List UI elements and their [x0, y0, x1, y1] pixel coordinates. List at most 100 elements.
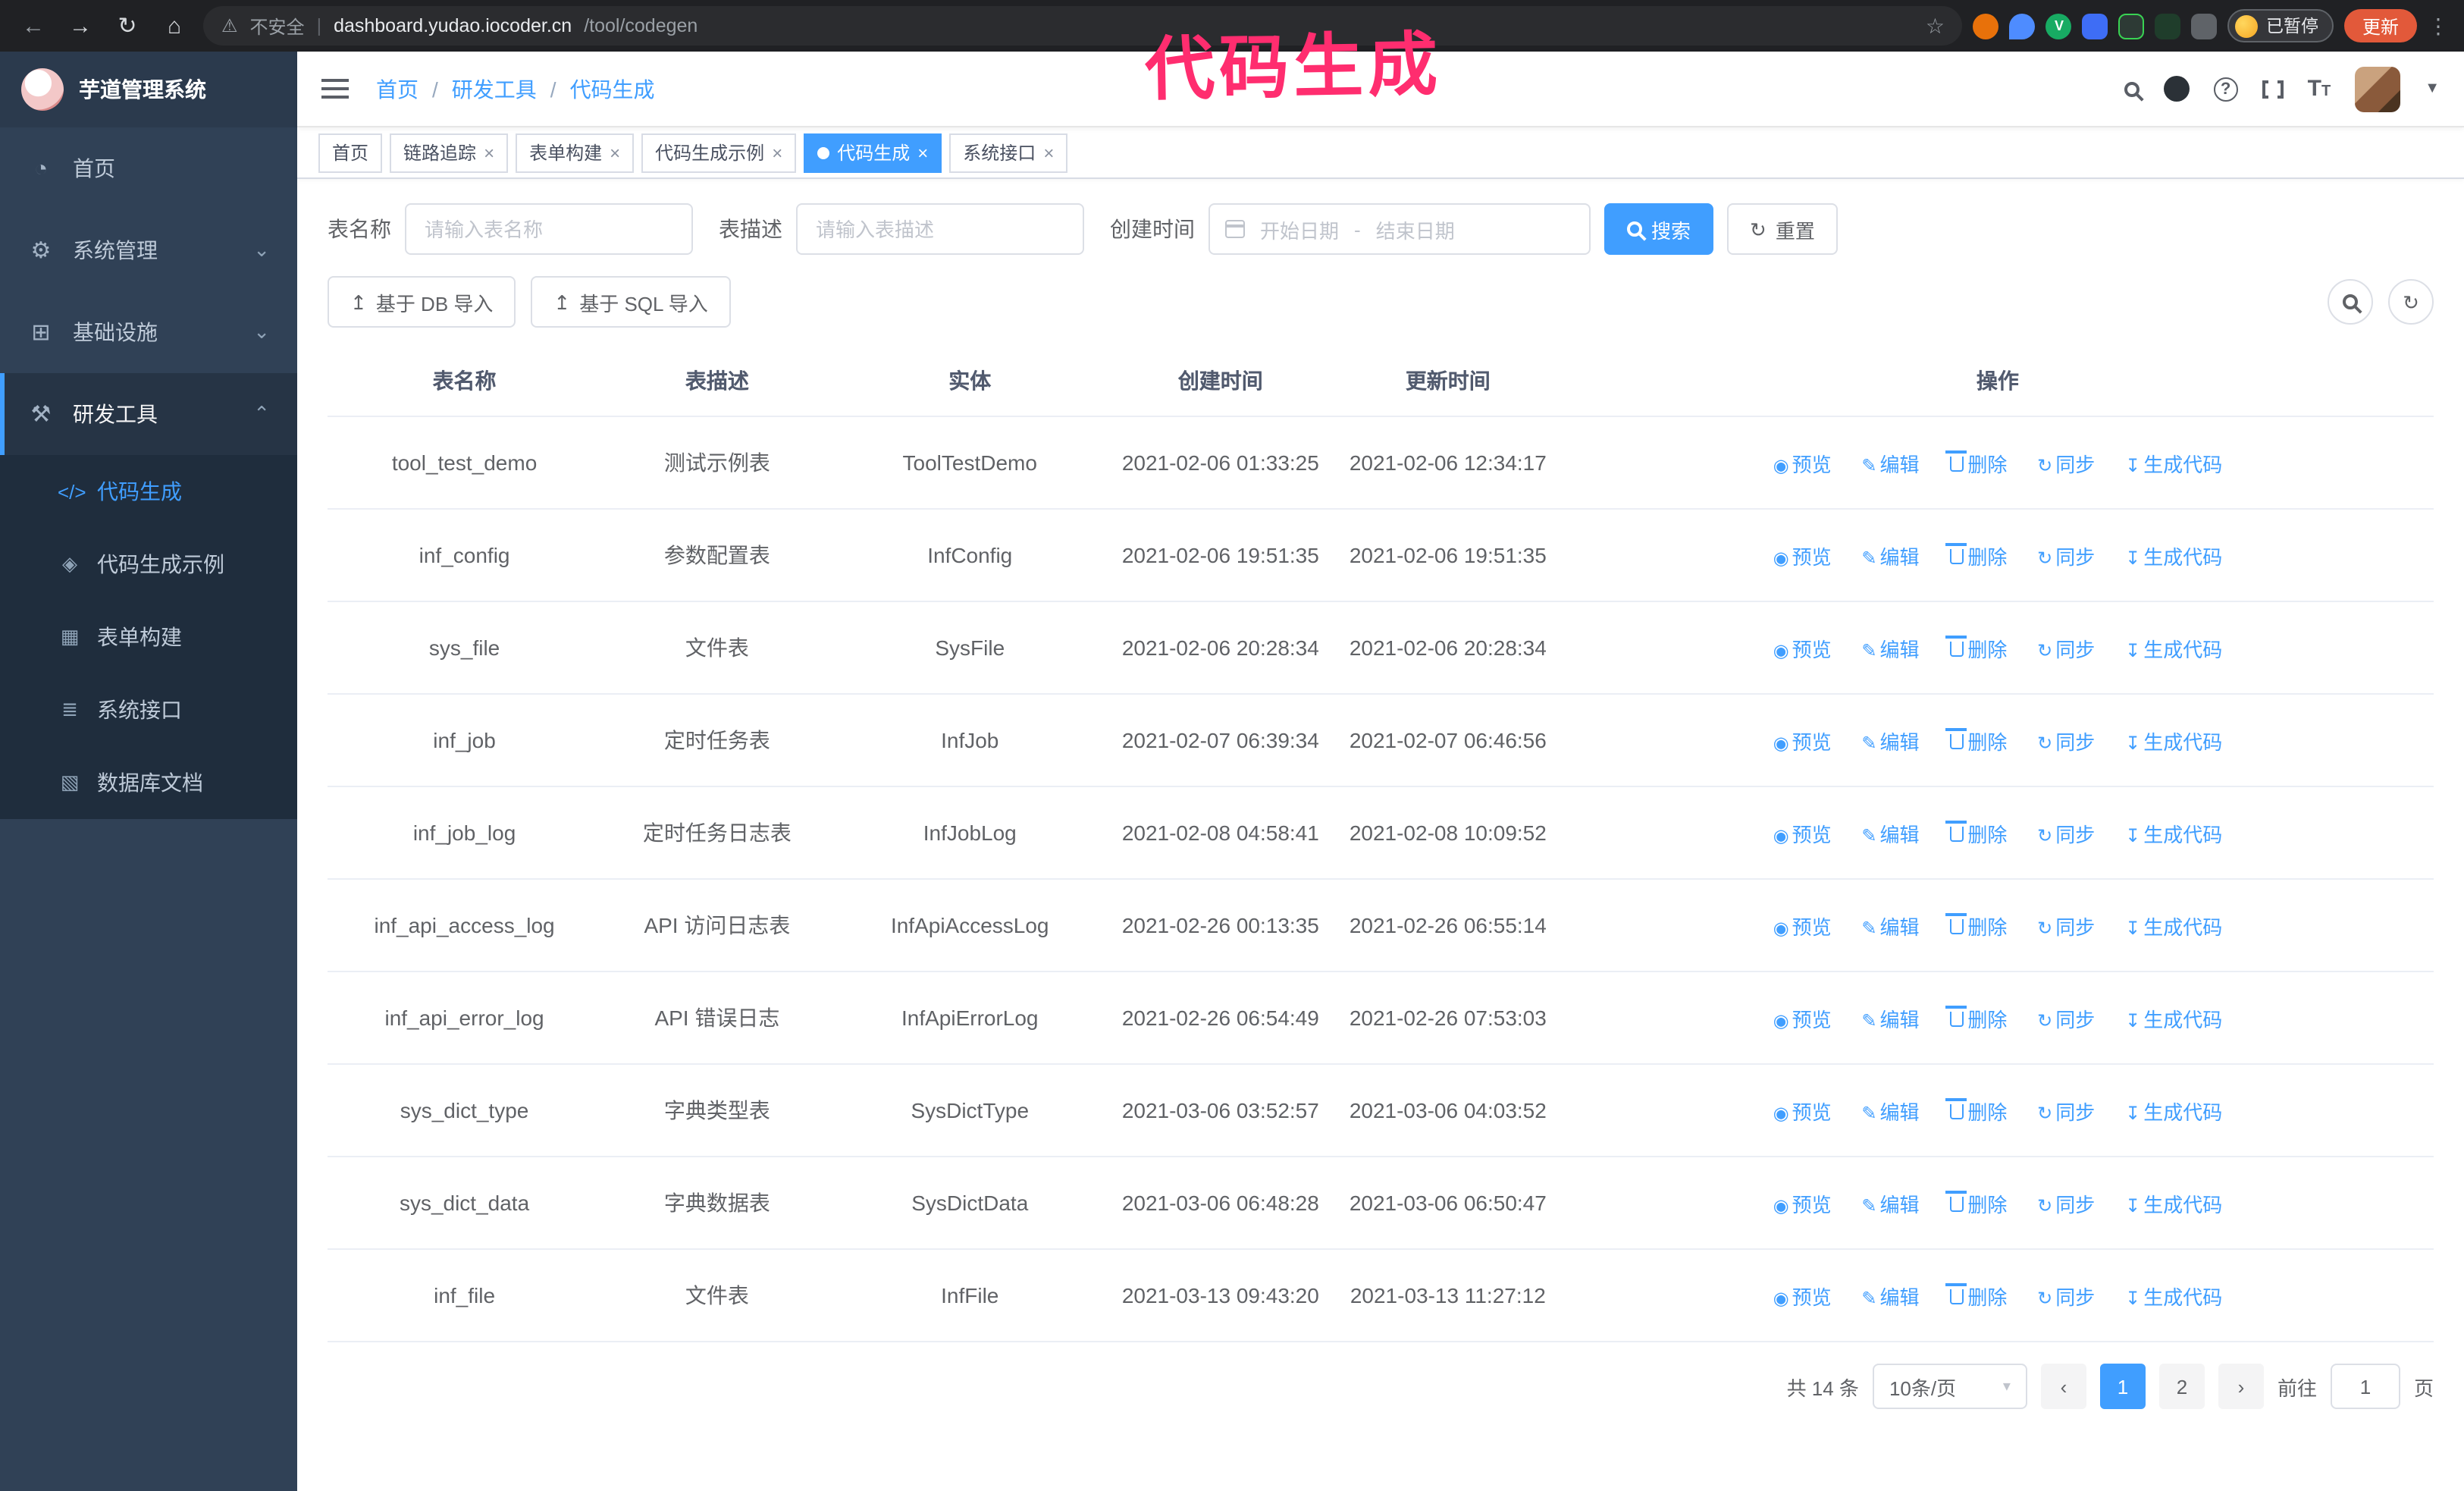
- user-avatar[interactable]: [2355, 66, 2401, 111]
- sync-link[interactable]: ↻ 同步: [2037, 730, 2095, 753]
- delete-link[interactable]: 删除: [1945, 1098, 2007, 1123]
- breadcrumb-devtools[interactable]: 研发工具: [452, 74, 537, 104]
- generate-code-link[interactable]: ↧ 生成代码: [2125, 638, 2222, 661]
- reset-button[interactable]: ↻ 重置: [1727, 203, 1838, 255]
- tab-api[interactable]: 系统接口 ×: [949, 133, 1068, 172]
- extension-icon-6[interactable]: [2155, 13, 2181, 39]
- sidebar-item-codegen[interactable]: </> 代码生成: [0, 455, 297, 528]
- page-size-select[interactable]: 10条/页 ▾: [1872, 1364, 2027, 1409]
- delete-link[interactable]: 删除: [1945, 450, 2007, 476]
- extension-icon-5[interactable]: [2118, 13, 2145, 39]
- generate-code-link[interactable]: ↧ 生成代码: [2125, 1285, 2222, 1308]
- delete-link[interactable]: 删除: [1945, 1283, 2007, 1308]
- edit-link[interactable]: ✎ 编辑: [1861, 823, 1919, 846]
- tab-tracing[interactable]: 链路追踪 ×: [390, 133, 509, 172]
- browser-menu-icon[interactable]: ⋮: [2428, 13, 2449, 39]
- delete-link[interactable]: 删除: [1945, 1191, 2007, 1216]
- edit-link[interactable]: ✎ 编辑: [1861, 545, 1919, 568]
- preview-link[interactable]: ◉ 预览: [1773, 1100, 1832, 1123]
- sync-link[interactable]: ↻ 同步: [2037, 1008, 2095, 1031]
- next-page-button[interactable]: ›: [2218, 1364, 2264, 1409]
- puzzle-extensions-icon[interactable]: [2191, 13, 2218, 39]
- github-icon[interactable]: [2163, 76, 2190, 102]
- table-name-input[interactable]: [405, 203, 693, 255]
- extension-icon-2[interactable]: [2009, 13, 2036, 39]
- close-icon[interactable]: ×: [917, 142, 928, 163]
- font-size-icon[interactable]: TT: [2308, 76, 2331, 102]
- sync-link[interactable]: ↻ 同步: [2037, 638, 2095, 661]
- generate-code-link[interactable]: ↧ 生成代码: [2125, 1193, 2222, 1216]
- delete-link[interactable]: 删除: [1945, 728, 2007, 753]
- preview-link[interactable]: ◉ 预览: [1773, 1008, 1832, 1031]
- sync-link[interactable]: ↻ 同步: [2037, 1100, 2095, 1123]
- date-range-picker[interactable]: 开始日期 - 结束日期: [1208, 203, 1591, 255]
- extension-icon-4[interactable]: [2082, 13, 2108, 39]
- import-db-button[interactable]: ↥ 基于 DB 导入: [328, 276, 516, 328]
- search-button[interactable]: 搜索: [1604, 203, 1714, 255]
- edit-link[interactable]: ✎ 编辑: [1861, 453, 1919, 476]
- delete-link[interactable]: 删除: [1945, 821, 2007, 846]
- hamburger-icon[interactable]: [321, 79, 349, 99]
- home-icon[interactable]: ⌂: [156, 8, 193, 44]
- generate-code-link[interactable]: ↧ 生成代码: [2125, 545, 2222, 568]
- delete-link[interactable]: 删除: [1945, 1006, 2007, 1031]
- close-icon[interactable]: ×: [1043, 142, 1054, 163]
- goto-page-input[interactable]: [2330, 1364, 2400, 1409]
- generate-code-link[interactable]: ↧ 生成代码: [2125, 453, 2222, 476]
- generate-code-link[interactable]: ↧ 生成代码: [2125, 1100, 2222, 1123]
- edit-link[interactable]: ✎ 编辑: [1861, 1285, 1919, 1308]
- sidebar-item-codegen-example[interactable]: ◈ 代码生成示例: [0, 528, 297, 601]
- address-bar[interactable]: ⚠ 不安全 | dashboard.yudao.iocoder.cn /tool…: [203, 6, 1963, 46]
- delete-link[interactable]: 删除: [1945, 913, 2007, 938]
- sidebar-item-devtools[interactable]: ⚒ 研发工具 ⌃: [0, 373, 297, 455]
- tab-form-builder[interactable]: 表单构建 ×: [516, 133, 635, 172]
- refresh-table-button[interactable]: ↻: [2388, 279, 2434, 325]
- edit-link[interactable]: ✎ 编辑: [1861, 638, 1919, 661]
- back-icon[interactable]: ←: [15, 8, 52, 44]
- sidebar-item-db-doc[interactable]: ▧ 数据库文档: [0, 746, 297, 819]
- sidebar-item-system[interactable]: ⚙ 系统管理 ⌄: [0, 209, 297, 291]
- delete-link[interactable]: 删除: [1945, 636, 2007, 661]
- table-desc-input[interactable]: [796, 203, 1084, 255]
- edit-link[interactable]: ✎ 编辑: [1861, 915, 1919, 938]
- preview-link[interactable]: ◉ 预览: [1773, 823, 1832, 846]
- generate-code-link[interactable]: ↧ 生成代码: [2125, 730, 2222, 753]
- chrome-update-button[interactable]: 更新: [2343, 9, 2417, 42]
- prev-page-button[interactable]: ‹: [2040, 1364, 2086, 1409]
- edit-link[interactable]: ✎ 编辑: [1861, 1193, 1919, 1216]
- generate-code-link[interactable]: ↧ 生成代码: [2125, 823, 2222, 846]
- tab-home[interactable]: 首页: [318, 133, 383, 172]
- close-icon[interactable]: ×: [772, 142, 782, 163]
- extension-icon-1[interactable]: [1973, 13, 1999, 39]
- sync-link[interactable]: ↻ 同步: [2037, 1193, 2095, 1216]
- preview-link[interactable]: ◉ 预览: [1773, 638, 1832, 661]
- bookmark-star-icon[interactable]: ☆: [1926, 13, 1945, 39]
- avatar-caret-icon[interactable]: ▼: [2425, 80, 2440, 97]
- close-icon[interactable]: ×: [610, 142, 620, 163]
- edit-link[interactable]: ✎ 编辑: [1861, 730, 1919, 753]
- page-button-1[interactable]: 1: [2099, 1364, 2146, 1409]
- sidebar-item-api[interactable]: ≣ 系统接口: [0, 673, 297, 746]
- breadcrumb-home[interactable]: 首页: [376, 74, 419, 104]
- sidebar-item-infra[interactable]: ⊞ 基础设施 ⌄: [0, 291, 297, 373]
- preview-link[interactable]: ◉ 预览: [1773, 915, 1832, 938]
- preview-link[interactable]: ◉ 预览: [1773, 453, 1832, 476]
- help-icon[interactable]: ?: [2213, 77, 2238, 101]
- edit-link[interactable]: ✎ 编辑: [1861, 1100, 1919, 1123]
- generate-code-link[interactable]: ↧ 生成代码: [2125, 915, 2222, 938]
- extension-icon-3[interactable]: V: [2045, 13, 2072, 39]
- preview-link[interactable]: ◉ 预览: [1773, 545, 1832, 568]
- sync-link[interactable]: ↻ 同步: [2037, 545, 2095, 568]
- paused-badge[interactable]: 已暂停: [2227, 9, 2334, 42]
- sync-link[interactable]: ↻ 同步: [2037, 823, 2095, 846]
- sync-link[interactable]: ↻ 同步: [2037, 453, 2095, 476]
- delete-link[interactable]: 删除: [1945, 543, 2007, 568]
- sync-link[interactable]: ↻ 同步: [2037, 915, 2095, 938]
- tab-codegen[interactable]: 代码生成 ×: [804, 133, 942, 172]
- tab-codegen-example[interactable]: 代码生成示例 ×: [641, 133, 797, 172]
- fullscreen-icon[interactable]: [2262, 80, 2284, 98]
- sidebar-item-form-builder[interactable]: ▦ 表单构建: [0, 601, 297, 673]
- close-icon[interactable]: ×: [484, 142, 494, 163]
- preview-link[interactable]: ◉ 预览: [1773, 1285, 1832, 1308]
- reload-icon[interactable]: ↻: [109, 8, 146, 44]
